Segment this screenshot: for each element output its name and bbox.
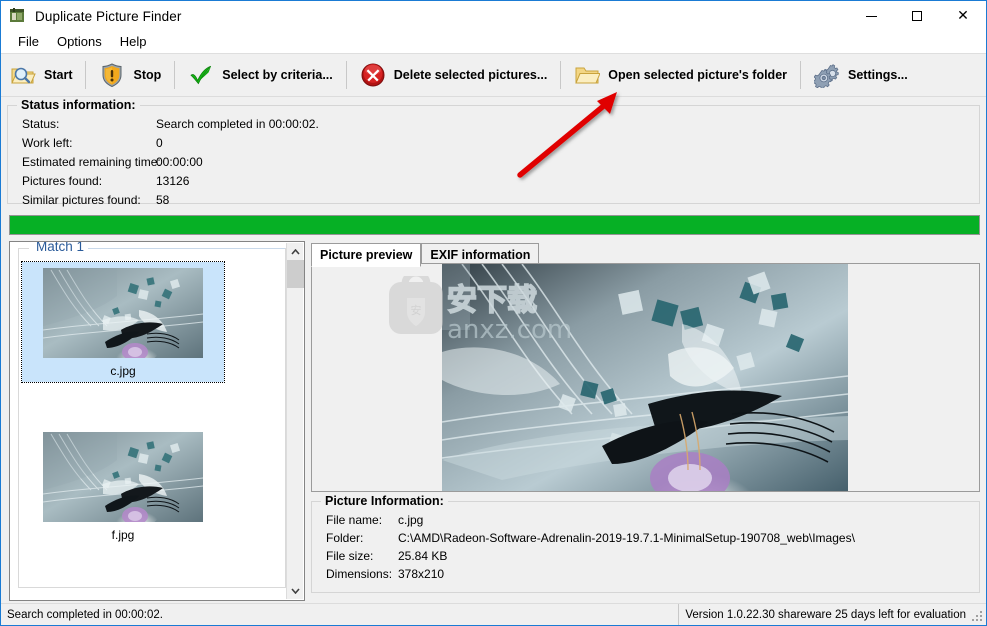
matches-panel[interactable]: Match 1 c.jpg f.jpg xyxy=(9,241,305,601)
status-row: Pictures found: 13126 xyxy=(22,171,319,190)
toolbar-separator xyxy=(85,61,87,89)
folder-value: C:\AMD\Radeon-Software-Adrenalin-2019-19… xyxy=(398,531,855,545)
pictures-found-label: Pictures found: xyxy=(22,173,103,188)
status-information-title: Status information: xyxy=(17,98,140,112)
thumbnail-image xyxy=(43,268,203,358)
pictures-found-value: 13126 xyxy=(156,173,190,188)
select-by-criteria-label: Select by criteria... xyxy=(222,68,333,82)
picture-preview-panel: 安 安下载 anxz.com xyxy=(311,263,980,492)
thumbnail-filename: c.jpg xyxy=(110,364,136,378)
similar-pictures-found-label: Similar pictures found: xyxy=(22,192,141,207)
status-label: Status: xyxy=(22,116,60,131)
status-row: Similar pictures found: 58 xyxy=(22,190,319,209)
toolbar-separator xyxy=(174,61,176,89)
file-size-value: 25.84 KB xyxy=(398,549,448,563)
settings-button[interactable]: Settings... xyxy=(805,55,917,95)
window-title: Duplicate Picture Finder xyxy=(35,8,182,24)
menu-item-help[interactable]: Help xyxy=(111,32,156,52)
status-value: Search completed in 00:00:02. xyxy=(156,116,319,131)
progress-bar xyxy=(9,215,980,235)
menu-item-file[interactable]: File xyxy=(9,32,48,52)
picture-information-group: Picture Information: File name: c.jpg Fo… xyxy=(311,494,980,593)
app-window: Duplicate Picture Finder ✕ File Options … xyxy=(0,0,987,626)
select-by-criteria-button[interactable]: Select by criteria... xyxy=(179,55,341,95)
maximize-icon xyxy=(912,11,922,21)
status-row: Estimated remaining time: 00:00:00 xyxy=(22,152,319,171)
delete-selected-pictures-button[interactable]: Delete selected pictures... xyxy=(351,55,557,95)
preview-image xyxy=(442,264,848,491)
matches-scrollbar[interactable] xyxy=(286,243,304,599)
thumbnail-filename: f.jpg xyxy=(111,528,135,542)
open-selected-picture-folder-label: Open selected picture's folder xyxy=(608,68,788,82)
gears-icon xyxy=(812,62,840,90)
file-name-value: c.jpg xyxy=(398,513,424,527)
folder-label: Folder: xyxy=(326,531,364,545)
list-item[interactable]: c.jpg xyxy=(21,261,225,383)
minimize-icon xyxy=(865,15,877,17)
maximize-button[interactable] xyxy=(894,1,940,31)
status-bar-right-text: Version 1.0.22.30 shareware 25 days left… xyxy=(678,603,986,625)
file-name-label: File name: xyxy=(326,513,383,527)
info-row: File name: c.jpg xyxy=(326,511,855,529)
close-icon: ✕ xyxy=(957,8,969,24)
work-left-value: 0 xyxy=(156,135,163,150)
status-bar: Search completed in 00:00:02. Version 1.… xyxy=(1,603,986,625)
toolbar-separator xyxy=(345,61,347,89)
match-group: Match 1 c.jpg f.jpg xyxy=(18,242,286,588)
delete-selected-pictures-label: Delete selected pictures... xyxy=(393,68,548,82)
estimated-remaining-time-label: Estimated remaining time: xyxy=(22,154,161,169)
toolbar-separator xyxy=(800,61,802,89)
scroll-down-icon[interactable] xyxy=(287,582,304,599)
progress-bar-fill xyxy=(10,216,979,234)
red-delete-icon xyxy=(360,62,386,88)
picture-information-rows: File name: c.jpg Folder: C:\AMD\Radeon-S… xyxy=(326,511,855,583)
info-row: Dimensions: 378x210 xyxy=(326,565,855,583)
app-icon xyxy=(8,7,26,25)
warning-shield-icon xyxy=(99,62,125,88)
status-information-group: Status information: Status: Search compl… xyxy=(7,98,980,207)
list-item[interactable]: f.jpg xyxy=(22,426,224,546)
title-bar: Duplicate Picture Finder ✕ xyxy=(1,1,986,31)
folder-open-icon xyxy=(574,62,602,88)
window-controls: ✕ xyxy=(848,1,986,31)
thumbnail-image xyxy=(43,432,203,522)
resize-grip-icon[interactable] xyxy=(971,610,983,622)
status-row: Work left: 0 xyxy=(22,133,319,152)
file-size-label: File size: xyxy=(326,549,374,563)
stop-button[interactable]: Stop xyxy=(90,55,170,95)
estimated-remaining-time-value: 00:00:00 xyxy=(156,154,203,169)
start-button[interactable]: Start xyxy=(1,55,81,95)
open-selected-picture-folder-button[interactable]: Open selected picture's folder xyxy=(565,55,796,95)
work-left-label: Work left: xyxy=(22,135,73,150)
dimensions-label: Dimensions: xyxy=(326,567,393,581)
scrollbar-thumb[interactable] xyxy=(287,260,304,288)
similar-pictures-found-value: 58 xyxy=(156,192,170,207)
close-button[interactable]: ✕ xyxy=(940,1,986,31)
svg-text:安: 安 xyxy=(411,303,422,317)
tab-picture-preview[interactable]: Picture preview xyxy=(311,243,422,267)
green-check-icon xyxy=(188,62,214,88)
info-row: Folder: C:\AMD\Radeon-Software-Adrenalin… xyxy=(326,529,855,547)
toolbar: Start Stop Select by criteria... Delete … xyxy=(1,53,986,97)
folder-search-icon xyxy=(10,62,36,88)
scroll-up-icon[interactable] xyxy=(287,243,304,260)
picture-information-title: Picture Information: xyxy=(321,494,448,508)
menu-item-options[interactable]: Options xyxy=(48,32,111,52)
start-button-label: Start xyxy=(44,68,73,82)
minimize-button[interactable] xyxy=(848,1,894,31)
info-row: File size: 25.84 KB xyxy=(326,547,855,565)
status-information-rows: Status: Search completed in 00:00:02. Wo… xyxy=(22,114,319,209)
status-row: Status: Search completed in 00:00:02. xyxy=(22,114,319,133)
dimensions-value: 378x210 xyxy=(398,567,445,581)
stop-button-label: Stop xyxy=(133,68,162,82)
match-group-label: Match 1 xyxy=(31,242,90,254)
settings-button-label: Settings... xyxy=(848,68,908,82)
status-bar-left-text: Search completed in 00:00:02. xyxy=(7,608,163,621)
toolbar-separator xyxy=(560,61,562,89)
menu-bar: File Options Help xyxy=(1,31,986,53)
